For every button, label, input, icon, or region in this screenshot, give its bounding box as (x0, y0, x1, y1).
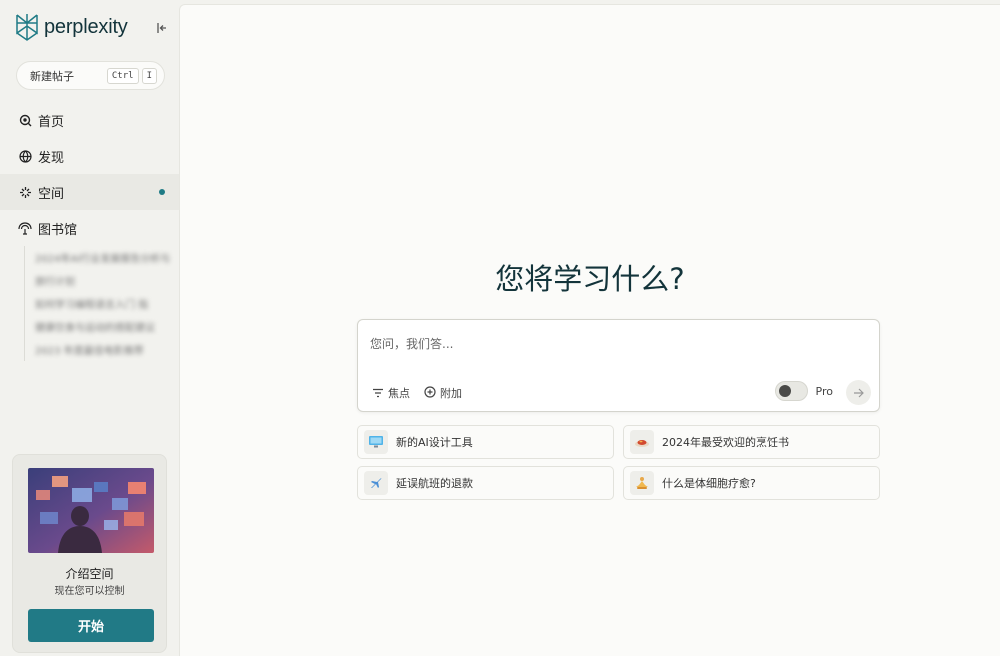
library-thread-item[interactable]: 健康饮食与运动的搭配建议 (35, 315, 169, 338)
suggestion-card[interactable]: 新的AI设计工具 (357, 425, 614, 459)
spaces-icon (18, 185, 32, 199)
sidebar-item-label: 图书馆 (38, 222, 78, 238)
sidebar-item-label: 发现 (38, 150, 65, 166)
new-thread-button[interactable]: 新建帖子 Ctrl I (16, 61, 165, 90)
shortcut-keys: Ctrl I (106, 68, 157, 84)
get-started-button[interactable]: 开始 (28, 609, 154, 642)
pro-label: Pro (815, 384, 833, 398)
dish-icon (630, 430, 654, 454)
spaces-promo-card: 介绍空间 现在您可以控制 开始 (12, 454, 167, 653)
monitor-icon (364, 430, 388, 454)
library-thread-item[interactable]: 旅行计划 (35, 269, 169, 292)
pro-toggle[interactable] (774, 381, 808, 401)
new-indicator-dot (159, 189, 165, 195)
suggestion-text: 2024年最受欢迎的烹饪书 (662, 436, 789, 449)
library-thread-item[interactable]: 如何学习编程语言入门 指 (35, 292, 169, 315)
sidebar: perplexity 新建帖子 Ctrl I 首页 发现 空间 图书馆 2024… (0, 0, 179, 656)
globe-icon (18, 149, 32, 163)
brand[interactable]: perplexity (14, 12, 128, 42)
sidebar-item-label: 空间 (38, 186, 65, 202)
plus-circle-icon (424, 383, 436, 402)
brand-name: perplexity (44, 15, 128, 38)
submit-button[interactable] (846, 380, 871, 405)
ask-box: 焦点 附加 Pro (357, 319, 880, 412)
page-title: 您将学习什么? (495, 262, 685, 296)
suggestion-card[interactable]: 什么是体细胞疗愈? (623, 466, 880, 500)
collapse-sidebar-button[interactable] (152, 18, 172, 38)
suggestion-text: 什么是体细胞疗愈? (662, 477, 756, 490)
library-icon (18, 221, 32, 235)
attach-button[interactable]: 附加 (424, 383, 462, 402)
filter-icon (372, 383, 384, 402)
library-thread-item[interactable]: 2023 年度最佳电影推荐 (35, 338, 169, 361)
search-home-icon (18, 113, 32, 127)
suggestion-card[interactable]: 2024年最受欢迎的烹饪书 (623, 425, 880, 459)
promo-image (28, 468, 154, 553)
sidebar-item-library[interactable]: 图书馆 (0, 210, 179, 246)
airplane-icon (364, 471, 388, 495)
focus-label: 焦点 (388, 386, 410, 400)
new-thread-label: 新建帖子 (30, 69, 74, 83)
meditation-icon (630, 471, 654, 495)
sidebar-nav: 首页 发现 空间 图书馆 (0, 102, 179, 246)
pro-toggle-group: Pro (774, 381, 833, 401)
sidebar-item-label: 首页 (38, 114, 65, 130)
perplexity-logo-icon (14, 13, 40, 41)
collapse-sidebar-icon (156, 19, 168, 38)
suggestion-text: 延误航班的退款 (396, 477, 473, 490)
sidebar-item-home[interactable]: 首页 (0, 102, 179, 138)
arrow-right-icon (853, 383, 864, 402)
ask-tools: 焦点 附加 (372, 383, 462, 402)
library-thread-list: 2024年AI行业发展报告分析与展望 旅行计划 如何学习编程语言入门 指 健康饮… (24, 246, 169, 361)
promo-title: 介绍空间 (65, 567, 114, 581)
kbd-ctrl: Ctrl (106, 68, 139, 84)
focus-button[interactable]: 焦点 (372, 383, 410, 402)
promo-subtitle: 现在您可以控制 (54, 586, 125, 597)
kbd-i: I (141, 68, 157, 84)
library-thread-item[interactable]: 2024年AI行业发展报告分析与展望 (35, 246, 169, 269)
sidebar-item-discover[interactable]: 发现 (0, 138, 179, 174)
main-panel: 您将学习什么? 焦点 附加 (179, 4, 1000, 656)
sidebar-item-spaces[interactable]: 空间 (0, 174, 179, 210)
suggestion-card[interactable]: 延误航班的退款 (357, 466, 614, 500)
toggle-knob (778, 385, 791, 397)
attach-label: 附加 (440, 386, 462, 400)
ask-input[interactable] (370, 334, 840, 354)
suggestion-text: 新的AI设计工具 (396, 436, 473, 449)
